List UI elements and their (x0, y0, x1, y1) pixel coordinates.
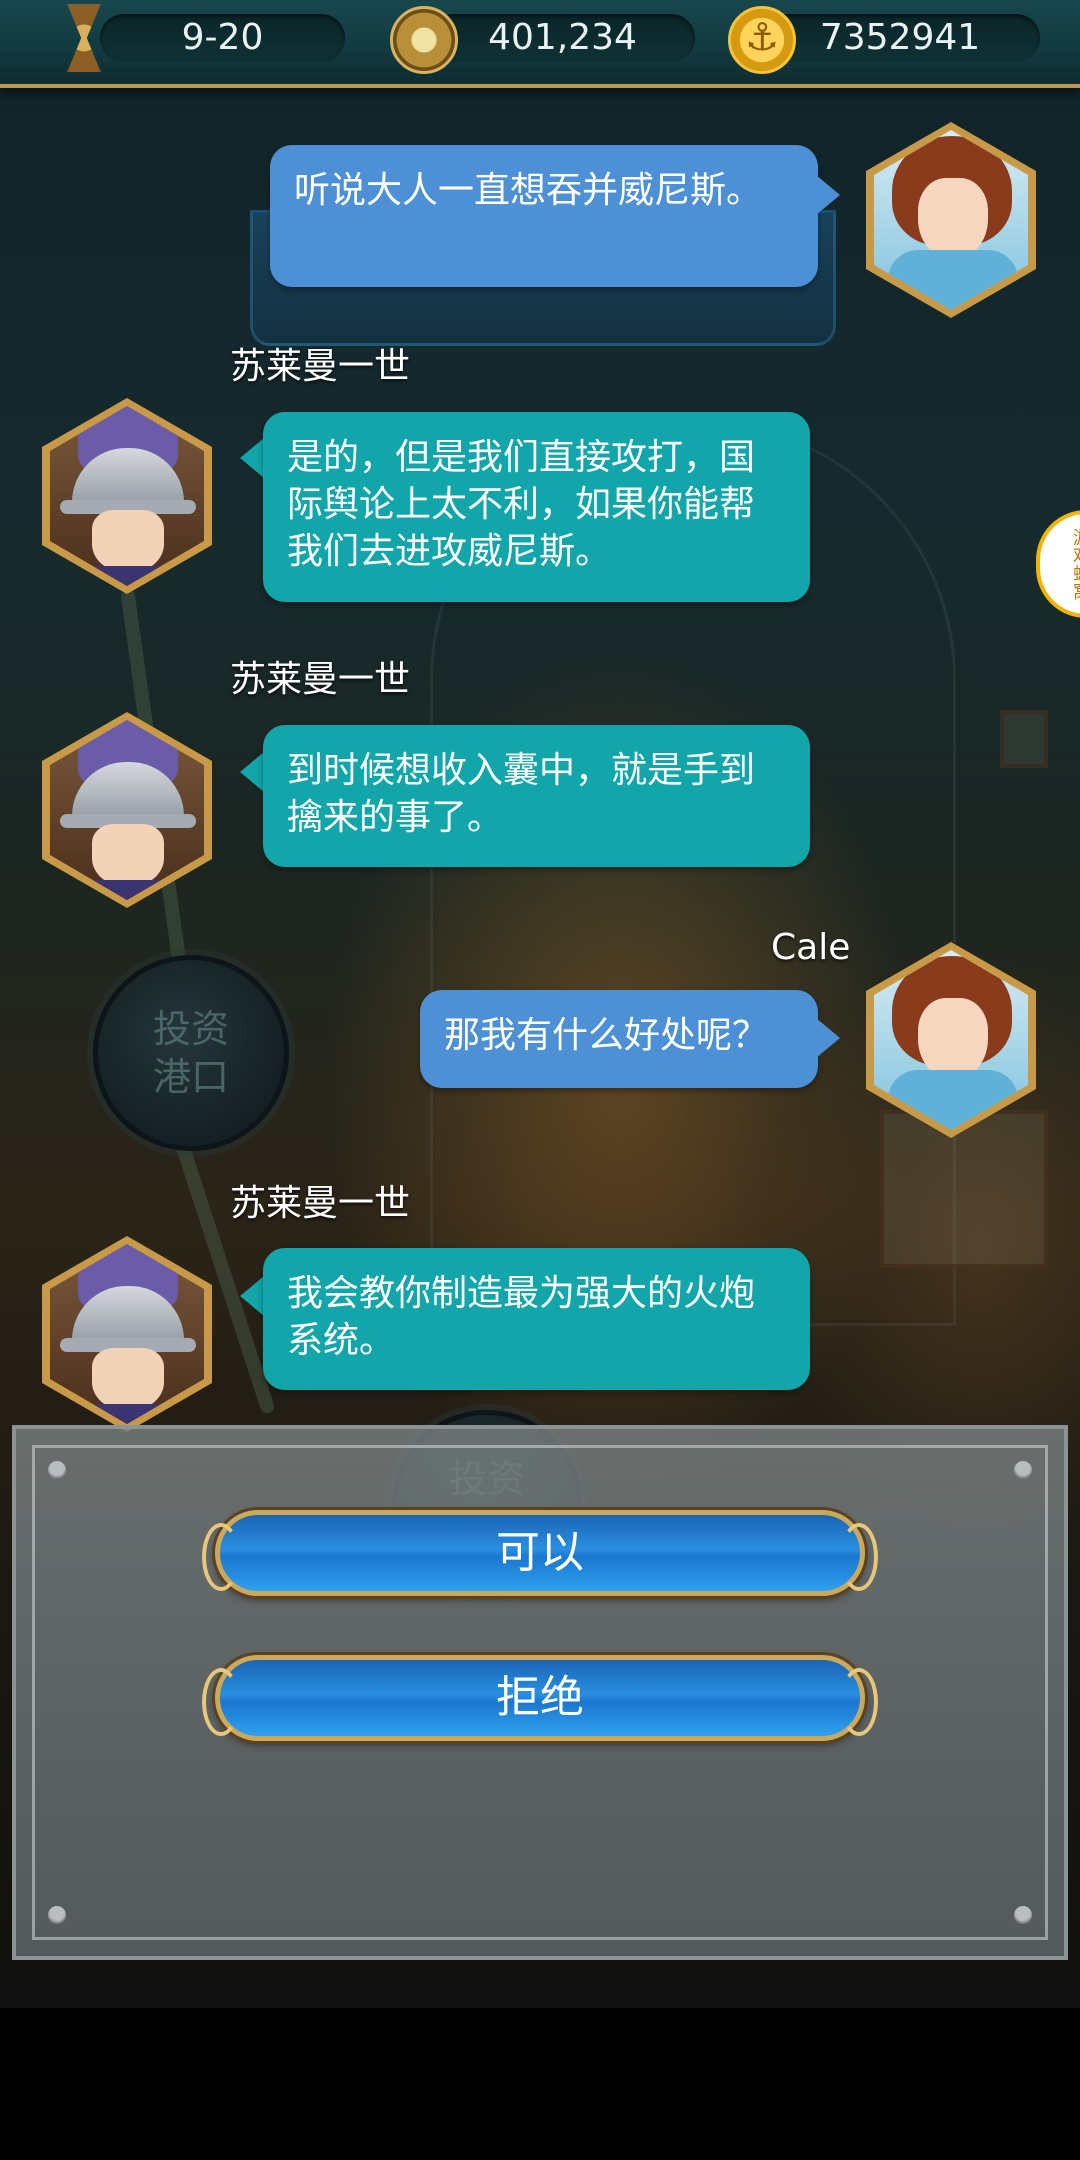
rivet (48, 1906, 66, 1924)
speaker-name: 苏莱曼一世 (230, 1183, 411, 1224)
background-window-small (1000, 710, 1048, 768)
button-ornament (840, 1668, 878, 1736)
bubble-tail (816, 1018, 840, 1058)
anchor-coin-icon: ⚓ (728, 6, 796, 74)
map-node-invest-port: 投资 港口 (93, 955, 289, 1151)
compass-icon (390, 6, 458, 74)
background-window (880, 1110, 1048, 1268)
reject-button-label: 拒绝 (496, 1672, 584, 1723)
bubble-tail (240, 438, 264, 478)
bubble-tail (816, 175, 840, 215)
compass-value-display: 401,234 (430, 14, 695, 62)
speaker-name: 苏莱曼一世 (230, 659, 411, 700)
bubble-tail (240, 1276, 264, 1316)
rivet (48, 1461, 66, 1479)
rivet (1014, 1461, 1032, 1479)
chat-bubble-npc: 到时候想收入囊中，就是手到擒来的事了。 (263, 725, 810, 867)
rivet (1014, 1906, 1032, 1924)
gold-display: 7352941 (760, 14, 1040, 62)
chat-bubble-player: 那我有什么好处呢？ (420, 990, 818, 1088)
speaker-name: 苏莱曼一世 (230, 346, 411, 387)
date-display: 9-20 (100, 14, 345, 62)
accept-button-label: 可以 (496, 1527, 584, 1578)
button-ornament (202, 1668, 240, 1736)
accept-button[interactable]: 可以 (202, 1510, 878, 1596)
chat-bubble-npc: 我会教你制造最为强大的火炮系统。 (263, 1248, 810, 1390)
resource-bar: 9-20 401,234 7352941 ⚓ (0, 0, 1080, 88)
button-ornament (840, 1523, 878, 1591)
button-ornament (202, 1523, 240, 1591)
chat-bubble-player: 听说大人一直想吞并威尼斯。 (270, 145, 818, 287)
chat-bubble-npc: 是的，但是我们直接攻打，国际舆论上太不利，如果你能帮我们去进攻威尼斯。 (263, 412, 810, 602)
bubble-tail (240, 752, 264, 792)
speaker-name: Cale (771, 927, 851, 968)
reject-button[interactable]: 拒绝 (202, 1655, 878, 1741)
